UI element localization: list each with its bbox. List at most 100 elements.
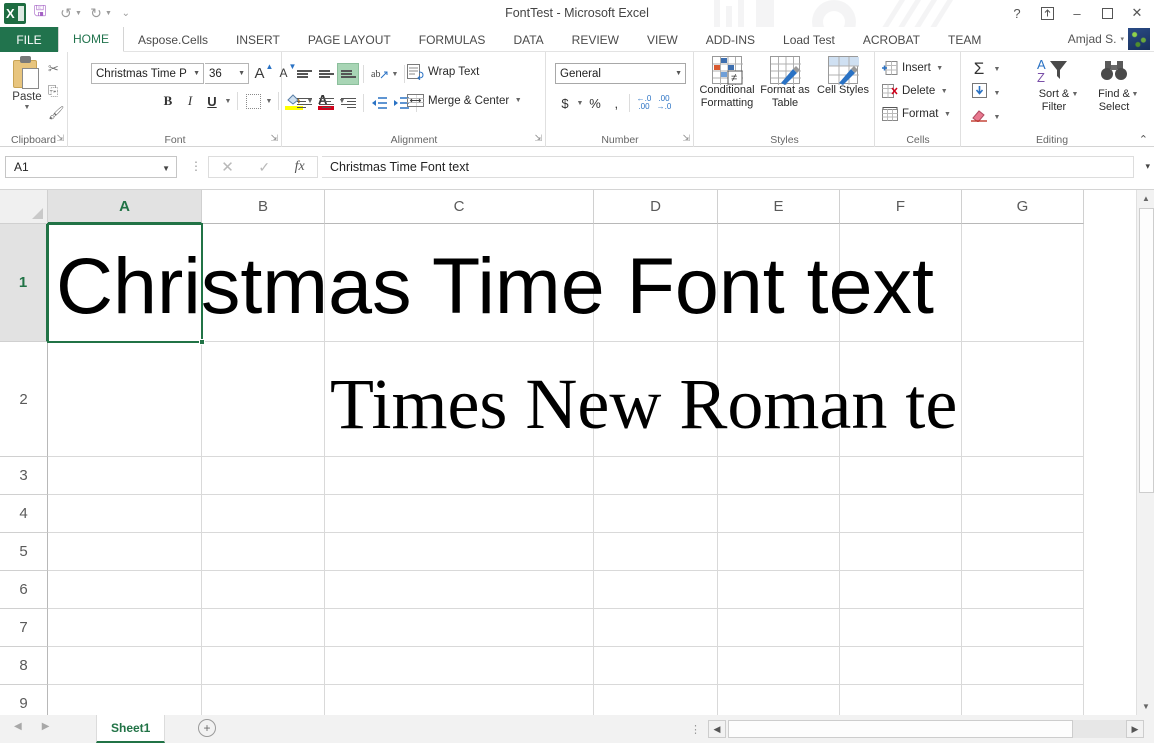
scroll-down-icon[interactable]: ▼ (1137, 698, 1154, 715)
align-top-icon[interactable] (293, 63, 315, 85)
cell-e5[interactable] (718, 533, 840, 571)
select-all-corner[interactable] (0, 190, 48, 224)
number-format-caret[interactable]: ▼ (675, 70, 682, 77)
insert-cells-button[interactable]: Insert ▼ (882, 61, 945, 75)
cell-f8[interactable] (840, 647, 962, 685)
collapse-ribbon-icon[interactable]: ⌃ (1139, 133, 1148, 146)
format-cells-button[interactable]: Format ▼ (882, 107, 952, 121)
horizontal-scrollbar[interactable] (728, 720, 1134, 738)
format-caret[interactable]: ▼ (942, 111, 952, 118)
currency-caret[interactable]: ▼ (575, 100, 585, 107)
cell-d6[interactable] (594, 571, 718, 609)
cell-c4[interactable] (325, 495, 594, 533)
alignment-dialog-launcher[interactable]: ⇲ (534, 133, 542, 144)
cut-icon[interactable]: ✂ (48, 58, 68, 80)
tab-review[interactable]: REVIEW (558, 27, 633, 52)
conditional-formatting-button[interactable]: ≠ Conditional Formatting (699, 56, 755, 110)
cell-d9[interactable] (594, 685, 718, 715)
clear-button[interactable]: ▼ (968, 105, 1002, 129)
row-header-1[interactable]: 1 (0, 224, 48, 342)
add-sheet-button[interactable]: + (198, 719, 216, 737)
cell-g1[interactable] (962, 224, 1084, 342)
column-header-d[interactable]: D (594, 190, 718, 224)
sort-filter-button[interactable]: A Z Sort & Filter ▼ (1028, 57, 1080, 114)
sheet-tab-sheet1[interactable]: Sheet1 (96, 715, 165, 743)
cell-c2[interactable] (325, 342, 594, 457)
borders-caret[interactable]: ▼ (264, 98, 274, 105)
cell-e7[interactable] (718, 609, 840, 647)
paste-button[interactable]: Paste ▼ (4, 56, 50, 128)
scroll-left-icon[interactable]: ◀ (708, 720, 726, 738)
tab-data[interactable]: DATA (499, 27, 557, 52)
enter-icon[interactable]: ✓ (258, 159, 270, 176)
cell-f2[interactable] (840, 342, 962, 457)
fill-caret[interactable]: ▼ (992, 90, 1002, 97)
orientation-caret[interactable]: ▼ (390, 71, 400, 78)
sheet-prev-icon[interactable]: ◀ (14, 721, 22, 732)
paste-dropdown-caret[interactable]: ▼ (24, 104, 31, 111)
cell-c3[interactable] (325, 457, 594, 495)
cell-f5[interactable] (840, 533, 962, 571)
cell-b6[interactable] (202, 571, 325, 609)
scroll-up-icon[interactable]: ▲ (1137, 190, 1154, 207)
borders-icon[interactable] (242, 90, 264, 112)
copy-icon[interactable]: ⎘ (48, 80, 68, 102)
cell-g5[interactable] (962, 533, 1084, 571)
column-header-c[interactable]: C (325, 190, 594, 224)
name-box-caret[interactable]: ▼ (162, 164, 170, 173)
format-as-table-button[interactable]: Format as Table (757, 56, 813, 110)
cell-d7[interactable] (594, 609, 718, 647)
cell-f6[interactable] (840, 571, 962, 609)
cell-b4[interactable] (202, 495, 325, 533)
cell-d4[interactable] (594, 495, 718, 533)
cell-d1[interactable] (594, 224, 718, 342)
cell-a6[interactable] (48, 571, 202, 609)
tab-team[interactable]: TEAM (934, 27, 995, 52)
cell-d3[interactable] (594, 457, 718, 495)
tab-file[interactable]: FILE (0, 27, 58, 52)
account-dropdown-caret[interactable]: ▾ (1120, 35, 1124, 43)
tab-page-layout[interactable]: PAGE LAYOUT (294, 27, 405, 52)
maximize-restore-icon[interactable] (1092, 2, 1122, 24)
cell-c1[interactable] (325, 224, 594, 342)
close-icon[interactable]: ✕ (1122, 2, 1152, 24)
tab-acrobat[interactable]: ACROBAT (849, 27, 934, 52)
horizontal-scroll-thumb[interactable] (728, 720, 1073, 738)
name-box[interactable]: A1 ▼ (5, 156, 177, 178)
expand-formula-bar-icon[interactable]: ▾ (1145, 161, 1150, 172)
format-painter-icon[interactable]: 🖌 (48, 102, 68, 124)
column-header-f[interactable]: F (840, 190, 962, 224)
find-select-button[interactable]: Find & Select ▼ (1088, 57, 1140, 114)
row-header-9[interactable]: 9 (0, 685, 48, 715)
cell-g4[interactable] (962, 495, 1084, 533)
column-header-b[interactable]: B (202, 190, 325, 224)
avatar[interactable] (1128, 28, 1150, 50)
delete-cells-button[interactable]: Delete ▼ (882, 84, 949, 98)
tab-add-ins[interactable]: ADD-INS (692, 27, 769, 52)
column-header-g[interactable]: G (962, 190, 1084, 224)
cell-e1[interactable] (718, 224, 840, 342)
cell-b8[interactable] (202, 647, 325, 685)
formula-input[interactable]: Christmas Time Font text (322, 156, 1134, 178)
underline-button[interactable]: U (201, 90, 223, 112)
cell-e8[interactable] (718, 647, 840, 685)
cell-d8[interactable] (594, 647, 718, 685)
cell-g2[interactable] (962, 342, 1084, 457)
row-header-7[interactable]: 7 (0, 609, 48, 647)
cell-c5[interactable] (325, 533, 594, 571)
align-right-icon[interactable] (337, 92, 359, 114)
cell-b9[interactable] (202, 685, 325, 715)
cell-c7[interactable] (325, 609, 594, 647)
number-dialog-launcher[interactable]: ⇲ (682, 133, 690, 144)
sort-filter-caret[interactable]: ▼ (1070, 91, 1080, 98)
minimize-icon[interactable]: – (1062, 2, 1092, 24)
cell-f9[interactable] (840, 685, 962, 715)
sheet-next-icon[interactable]: ▶ (42, 721, 50, 732)
cell-a4[interactable] (48, 495, 202, 533)
cell-styles-button[interactable]: Cell Styles (815, 56, 871, 97)
increase-decimal-icon[interactable]: ←.0.00 (634, 92, 654, 114)
ribbon-display-options-icon[interactable] (1032, 2, 1062, 24)
cell-b3[interactable] (202, 457, 325, 495)
number-format-select[interactable]: General ▼ (555, 63, 686, 84)
fill-handle[interactable] (199, 339, 205, 345)
